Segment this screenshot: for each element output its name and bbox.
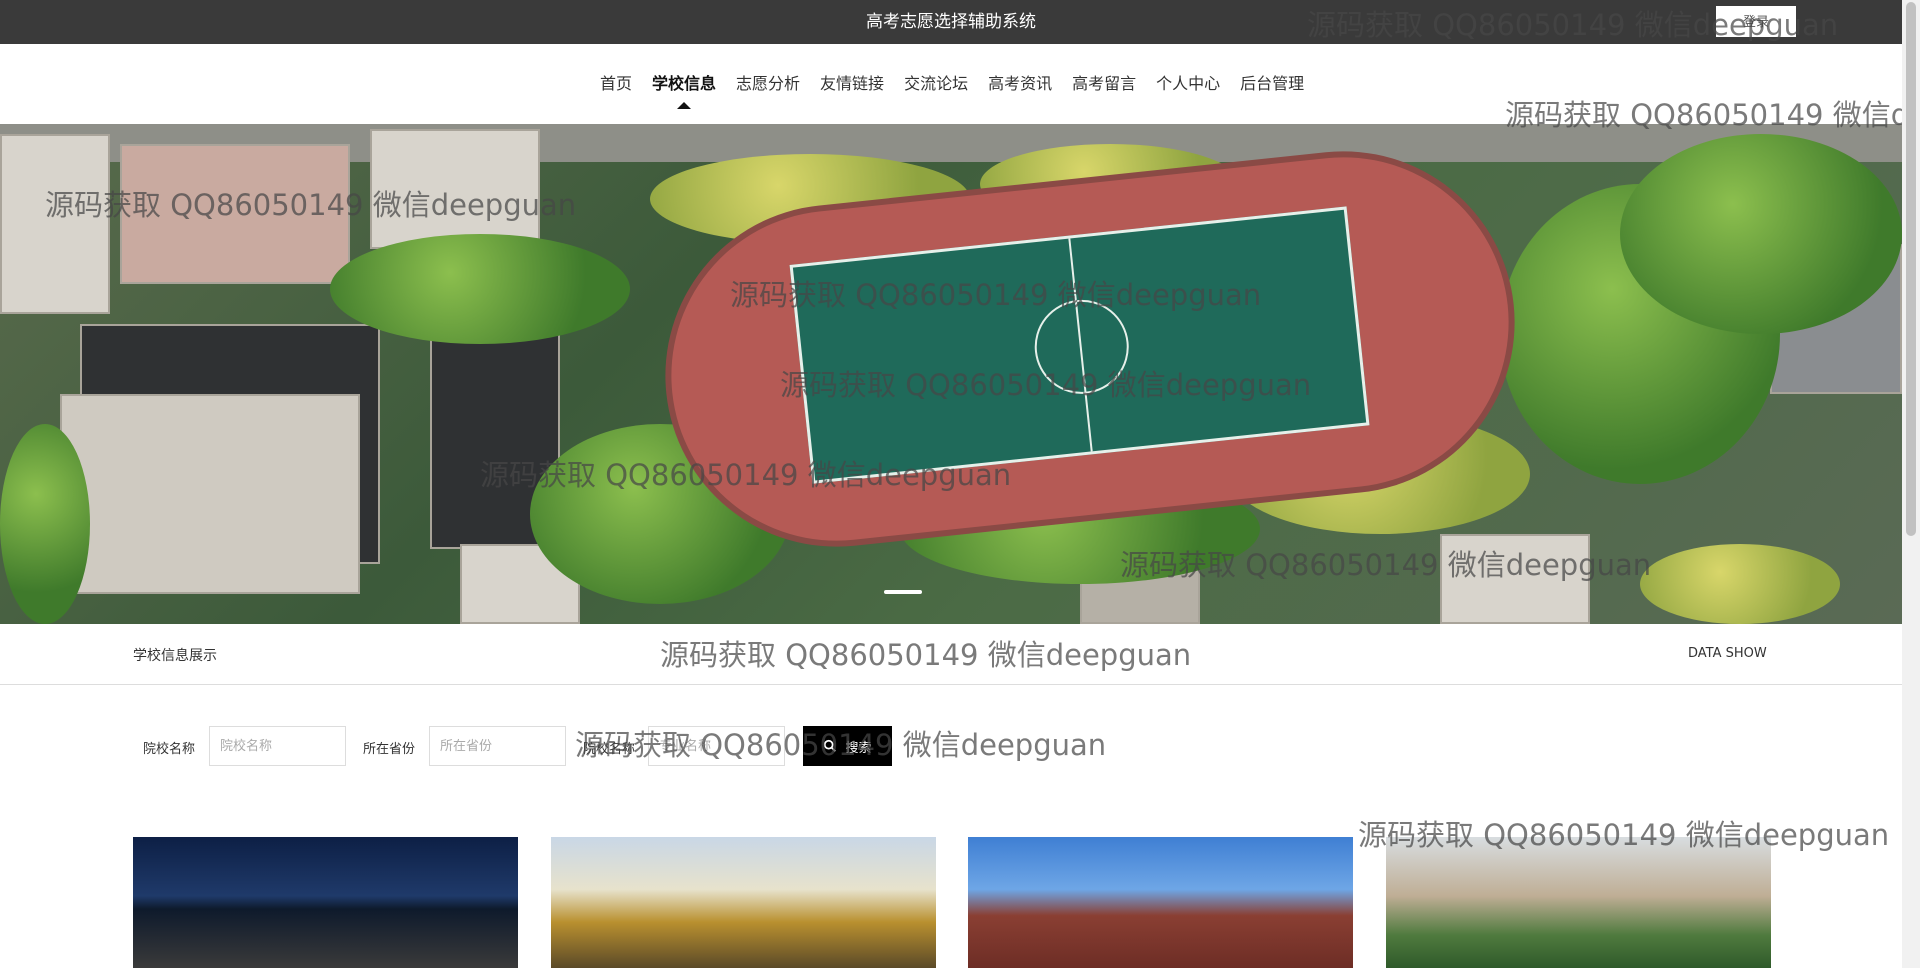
nav-item-news[interactable]: 高考资讯 xyxy=(978,72,1062,96)
section-subtitle: DATA SHOW xyxy=(1688,646,1767,661)
banner-trees xyxy=(0,424,90,624)
nav-item-messages[interactable]: 高考留言 xyxy=(1062,72,1146,96)
nav-item-friend-links[interactable]: 友情链接 xyxy=(810,72,894,96)
nav-item-personal-center[interactable]: 个人中心 xyxy=(1146,72,1230,96)
main-nav: 首页 学校信息 志愿分析 友情链接 交流论坛 高考资讯 高考留言 个人中心 后台… xyxy=(0,44,1902,124)
school-card[interactable] xyxy=(133,837,518,968)
scrollbar-thumb[interactable] xyxy=(1906,2,1916,536)
nav-item-home[interactable]: 首页 xyxy=(590,72,642,96)
school-card[interactable] xyxy=(1386,837,1771,968)
banner-trees xyxy=(1640,544,1840,624)
section-title: 学校信息展示 xyxy=(133,648,217,664)
school-name-label: 院校名称 xyxy=(143,742,196,757)
login-button[interactable]: 登录 xyxy=(1716,6,1796,37)
pitch-circle xyxy=(1030,295,1134,399)
province-input[interactable] xyxy=(429,726,566,766)
school-card[interactable] xyxy=(968,837,1353,968)
province-label: 所在省份 xyxy=(363,742,416,757)
school-card-list xyxy=(133,837,1771,968)
banner-building xyxy=(1440,534,1590,624)
top-bar: 高考志愿选择辅助系统 登录 xyxy=(0,0,1902,44)
banner-building xyxy=(60,394,360,594)
school-card[interactable] xyxy=(551,837,936,968)
nav-item-admin[interactable]: 后台管理 xyxy=(1230,72,1314,96)
banner-building xyxy=(370,129,540,249)
page-scrollbar[interactable] xyxy=(1902,0,1920,968)
banner-trees xyxy=(1620,134,1902,334)
third-field-label: 院校名称 xyxy=(583,742,636,757)
nav-item-volunteer-analysis[interactable]: 志愿分析 xyxy=(726,72,810,96)
search-button-label: 搜索 xyxy=(845,739,872,755)
carousel-indicators xyxy=(884,590,922,594)
football-pitch xyxy=(789,206,1370,484)
search-icon xyxy=(824,739,837,752)
nav-items: 首页 学校信息 志愿分析 友情链接 交流论坛 高考资讯 高考留言 个人中心 后台… xyxy=(590,72,1314,109)
banner-building xyxy=(120,144,350,284)
nav-item-school-info[interactable]: 学校信息 xyxy=(642,72,726,109)
carousel-dot[interactable] xyxy=(884,590,922,594)
site-title: 高考志愿选择辅助系统 xyxy=(866,12,1036,32)
section-header: 学校信息展示 DATA SHOW xyxy=(0,624,1902,685)
banner-carousel[interactable] xyxy=(0,124,1902,624)
school-name-input[interactable] xyxy=(209,726,346,766)
nav-item-forum[interactable]: 交流论坛 xyxy=(894,72,978,96)
third-field-input[interactable] xyxy=(648,726,785,766)
banner-trees xyxy=(330,234,630,344)
banner-building xyxy=(0,134,110,314)
search-form: 院校名称 所在省份 院校名称 搜索 xyxy=(0,726,1902,768)
search-button[interactable]: 搜索 xyxy=(803,726,892,766)
